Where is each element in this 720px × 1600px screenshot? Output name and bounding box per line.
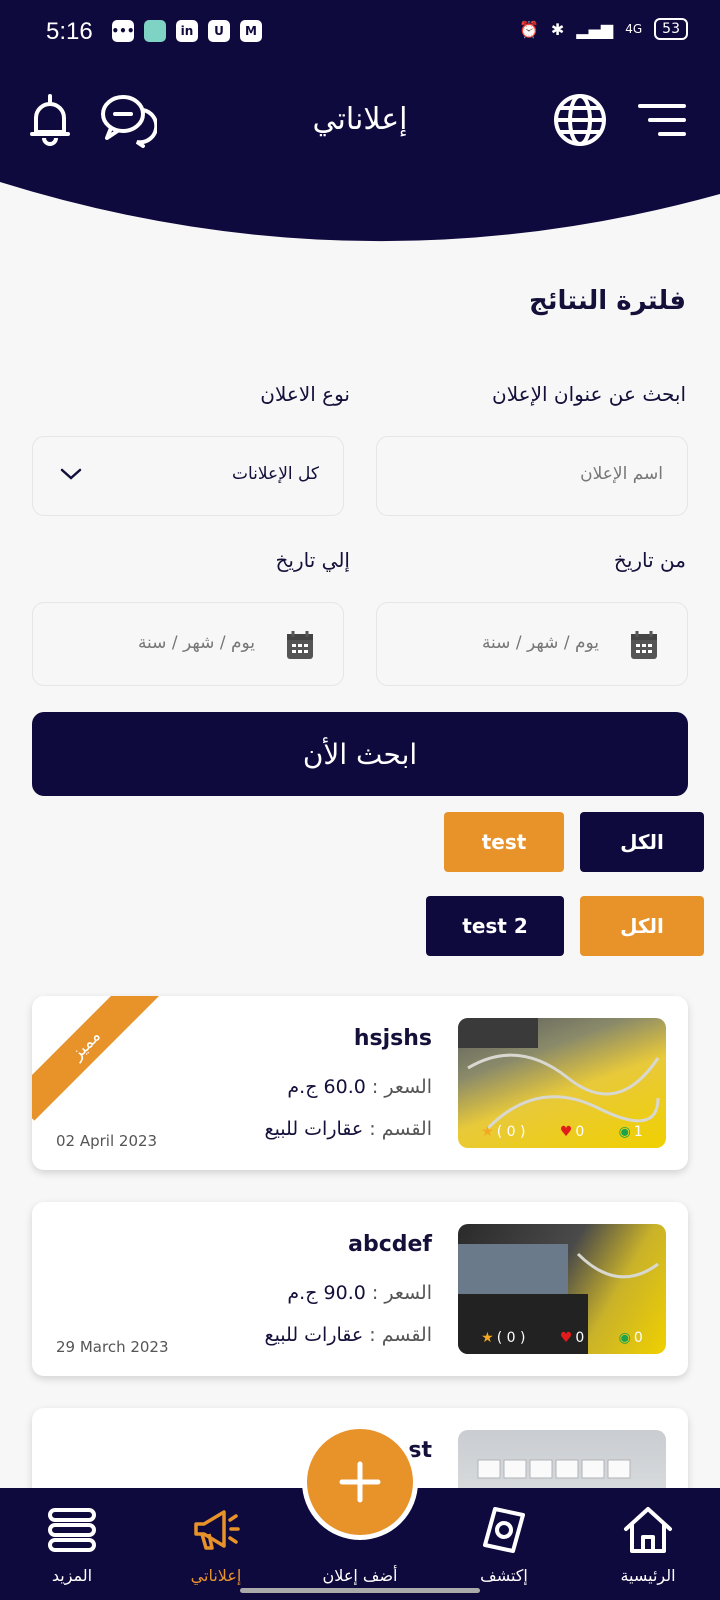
- search-placeholder: اسم الإعلان: [580, 464, 663, 484]
- filter-title: فلترة النتائج: [529, 286, 686, 316]
- heart-icon: ♥: [559, 1124, 573, 1140]
- nav-my-ads-label: إعلاناتي: [190, 1566, 242, 1585]
- notifications-button[interactable]: [20, 90, 80, 150]
- views-stat: ◉ 0: [618, 1330, 643, 1346]
- plus-icon: [339, 1461, 381, 1503]
- add-ad-button[interactable]: [302, 1424, 418, 1540]
- from-date-placeholder: يوم / شهر / سنة: [481, 633, 599, 653]
- ad-image[interactable]: ★( 0 ) ♥ 0 ◉ 0: [458, 1224, 666, 1354]
- ad-stats: ★( 0 ) ♥ 0 ◉ 1: [458, 1124, 666, 1140]
- compass-icon: [483, 1507, 525, 1553]
- mail-icon: M: [240, 20, 262, 42]
- ad-type-select[interactable]: كل الإعلانات: [32, 436, 344, 516]
- battery-icon: 53: [654, 18, 688, 40]
- search-button[interactable]: ابحث الأن: [32, 712, 688, 796]
- eye-icon: ◉: [618, 1124, 631, 1140]
- ad-price: السعر : 60.0 ج.م: [287, 1076, 432, 1098]
- system-indicators: ⏰ ✱ ▂▄▆ 4G 53: [519, 18, 688, 40]
- megaphone-icon: [194, 1510, 240, 1550]
- from-date-label: من تاريخ: [613, 548, 686, 572]
- likes-stat: ♥ 0: [559, 1124, 585, 1140]
- nav-home[interactable]: الرئيسية: [576, 1488, 720, 1600]
- type-label: نوع الاعلان: [260, 382, 350, 406]
- nav-more[interactable]: المزيد: [0, 1488, 144, 1600]
- nav-add-label: أضف إعلان: [322, 1566, 398, 1585]
- nav-explore[interactable]: إكتشف: [432, 1488, 576, 1600]
- featured-badge: مميز: [32, 996, 162, 1121]
- home-indicator[interactable]: [240, 1588, 480, 1593]
- nav-my-ads[interactable]: إعلاناتي: [144, 1488, 288, 1600]
- ad-price: السعر : 90.0 ج.م: [287, 1282, 432, 1304]
- nav-home-label: الرئيسية: [620, 1566, 676, 1585]
- nav-explore-label: إكتشف: [480, 1566, 528, 1585]
- messages-button[interactable]: [98, 90, 158, 150]
- star-icon: ★: [481, 1330, 494, 1346]
- globe-icon: [554, 94, 606, 146]
- app-header: إعلاناتي: [0, 64, 720, 244]
- heart-icon: ♥: [559, 1330, 573, 1346]
- from-date-input[interactable]: يوم / شهر / سنة: [376, 602, 688, 686]
- category-chip-test[interactable]: test: [444, 812, 564, 872]
- to-date-label: إلي تاريخ: [275, 548, 350, 572]
- status-time: 5:16: [46, 18, 93, 45]
- more-icon: [48, 1508, 96, 1552]
- calendar-icon: [287, 631, 313, 659]
- ad-date: 02 April 2023: [56, 1132, 158, 1150]
- rating-stat: ★( 0 ): [481, 1330, 526, 1346]
- language-button[interactable]: [550, 90, 610, 150]
- linkedin-icon: in: [176, 20, 198, 42]
- subcategory-chip-test-2[interactable]: test 2: [426, 896, 564, 956]
- to-date-placeholder: يوم / شهر / سنة: [137, 633, 255, 653]
- ad-date: 29 March 2023: [56, 1338, 169, 1356]
- nav-more-label: المزيد: [51, 1566, 93, 1585]
- notification-icons: ••• in U M: [112, 20, 262, 42]
- ad-category: القسم : عقارات للبيع: [264, 1118, 432, 1140]
- ad-title: hsjshs: [353, 1026, 432, 1051]
- search-label: ابحث عن عنوان الإعلان: [492, 382, 686, 406]
- ad-title: abcdef: [348, 1232, 432, 1257]
- calendar-icon: [631, 631, 657, 659]
- subcategory-chip-all[interactable]: الكل: [580, 896, 704, 956]
- chat-icon: [101, 95, 157, 148]
- rating-stat: ★( 0 ): [481, 1124, 526, 1140]
- bluetooth-icon: ✱: [550, 19, 565, 39]
- app-notification-icon: U: [208, 20, 230, 42]
- app-notification-icon: [144, 20, 166, 42]
- ad-card[interactable]: ★( 0 ) ♥ 0 ◉ 0 abcdef السعر : 90.0 ج.م الق…: [32, 1202, 688, 1376]
- signal-icon: ▂▄▆: [576, 19, 614, 39]
- menu-icon: [638, 104, 686, 136]
- eye-icon: ◉: [618, 1330, 631, 1346]
- chat-notification-icon: •••: [112, 20, 135, 42]
- ad-card[interactable]: مميز ★( 0 ) ♥ 0 ◉ 1 hsjshs السعر : 60.0 ج.…: [32, 996, 688, 1170]
- ad-image[interactable]: ★( 0 ) ♥ 0 ◉ 1: [458, 1018, 666, 1148]
- likes-stat: ♥ 0: [559, 1330, 585, 1346]
- ad-category: القسم : عقارات للبيع: [264, 1324, 432, 1346]
- star-icon: ★: [481, 1124, 494, 1140]
- home-icon: [624, 1507, 672, 1553]
- search-input[interactable]: اسم الإعلان: [376, 436, 688, 516]
- bell-icon: [30, 94, 70, 146]
- to-date-input[interactable]: يوم / شهر / سنة: [32, 602, 344, 686]
- ad-type-value: كل الإعلانات: [232, 464, 319, 484]
- ad-stats: ★( 0 ) ♥ 0 ◉ 0: [458, 1330, 666, 1346]
- chevron-down-icon: [60, 468, 82, 480]
- views-stat: ◉ 1: [618, 1124, 643, 1140]
- menu-button[interactable]: [632, 90, 692, 150]
- network-type: 4G: [625, 22, 643, 36]
- alarm-icon: ⏰: [518, 19, 539, 39]
- category-chip-all[interactable]: الكل: [580, 812, 704, 872]
- status-bar: 5:16 ••• in U M ⏰ ✱ ▂▄▆ 4G 53: [0, 0, 720, 64]
